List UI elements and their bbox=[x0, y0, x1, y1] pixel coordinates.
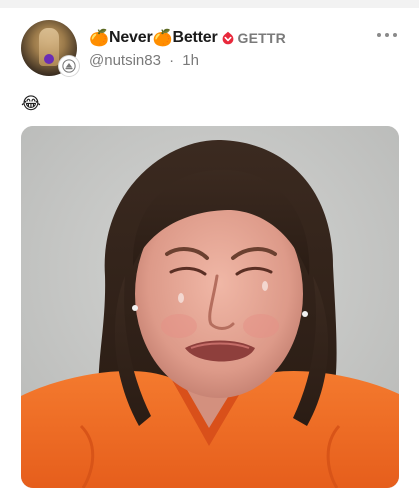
meta-separator: · bbox=[169, 52, 175, 69]
post-body-text: 😂 bbox=[21, 94, 41, 113]
platform-label: GETTR bbox=[237, 30, 286, 46]
top-divider-strip bbox=[0, 0, 419, 8]
post-media-photo[interactable] bbox=[21, 126, 399, 488]
author-name-row[interactable]: 🍊 Never 🍊 Better GETTR bbox=[89, 27, 286, 49]
author-handle[interactable]: @nutsin83 bbox=[89, 52, 161, 69]
avatar-accent bbox=[44, 54, 54, 64]
post-card: 🍊 Never 🍊 Better GETTR @nutsin83 · 1h 😂 bbox=[0, 8, 419, 500]
verified-badge-icon bbox=[59, 56, 79, 76]
orange-emoji-icon: 🍊 bbox=[152, 30, 173, 47]
more-options-button[interactable] bbox=[377, 28, 397, 42]
orange-emoji-icon: 🍊 bbox=[89, 30, 109, 47]
more-dot-icon bbox=[393, 33, 397, 37]
author-name-part2[interactable]: Better bbox=[172, 29, 217, 47]
more-dot-icon bbox=[385, 33, 389, 37]
author-avatar-container[interactable] bbox=[21, 20, 79, 76]
post-timestamp[interactable]: 1h bbox=[182, 52, 199, 69]
more-dot-icon bbox=[377, 33, 381, 37]
author-handle-row: @nutsin83 · 1h bbox=[89, 52, 199, 69]
author-name-part1[interactable]: Never bbox=[109, 29, 153, 47]
mugshot-photo-icon bbox=[21, 126, 399, 488]
gettr-logo-icon bbox=[221, 31, 235, 45]
